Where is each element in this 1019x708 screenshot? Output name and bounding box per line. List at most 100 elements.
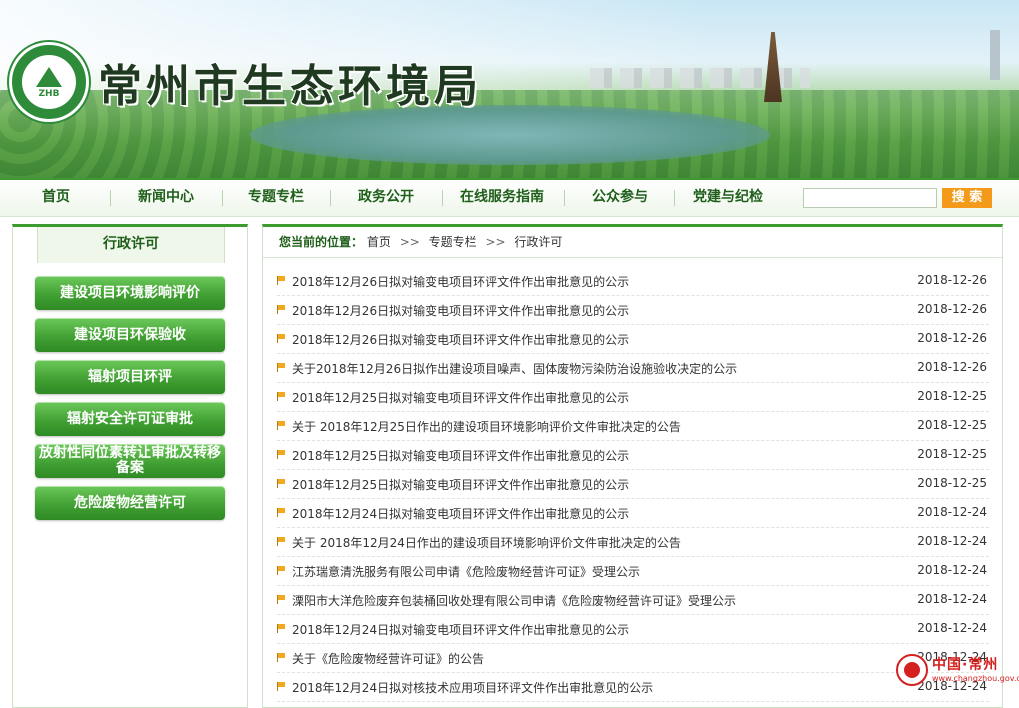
nav-divider	[674, 190, 675, 206]
sidebar: 行政许可 建设项目环境影响评价 建设项目环保验收 辐射项目环评 辐射安全许可证审…	[12, 224, 248, 708]
list-item-date: 2018-12-25	[917, 476, 987, 490]
breadcrumb-special[interactable]: 专题专栏	[429, 235, 477, 249]
nav-item-government[interactable]: 政务公开	[340, 180, 432, 216]
list-item-title[interactable]: 关于 2018年12月25日作出的建设项目环境影响评价文件审批决定的公告	[292, 418, 681, 435]
list-item[interactable]: 江苏瑞意清洗服务有限公司申请《危险废物经营许可证》受理公示 2018-12-24	[277, 557, 989, 586]
flag-icon	[277, 653, 286, 662]
search-input[interactable]	[803, 188, 937, 208]
sidebar-item-eia[interactable]: 建设项目环境影响评价	[35, 276, 225, 310]
seal-icon	[896, 654, 928, 686]
list-item-date: 2018-12-24	[917, 534, 987, 548]
list-item-title[interactable]: 2018年12月24日拟对输变电项目环评文件作出审批意见的公示	[292, 621, 629, 638]
flag-icon	[277, 421, 286, 430]
breadcrumb-home[interactable]: 首页	[367, 235, 391, 249]
flag-icon	[277, 566, 286, 575]
search-button[interactable]: 搜 索	[942, 188, 992, 208]
list-item-date: 2018-12-25	[917, 418, 987, 432]
list-item[interactable]: 2018年12月25日拟对输变电项目环评文件作出审批意见的公示 2018-12-2…	[277, 470, 989, 499]
main-content: 您当前的位置： 首页 >> 专题专栏 >> 行政许可 2018年12月26日拟对…	[262, 224, 1003, 708]
flag-icon	[277, 479, 286, 488]
breadcrumb-label: 您当前的位置：	[279, 235, 364, 249]
nav-divider	[564, 190, 565, 206]
site-logo[interactable]: ZHB	[9, 42, 89, 122]
list-item[interactable]: 2018年12月24日拟对输变电项目环评文件作出审批意见的公示 2018-12-2…	[277, 499, 989, 528]
watermark-url: www.changzhou.gov.cn	[932, 674, 1019, 683]
list-item-date: 2018-12-24	[917, 592, 987, 606]
list-item-title[interactable]: 关于 2018年12月24日作出的建设项目环境影响评价文件审批决定的公告	[292, 534, 681, 551]
list-item-title[interactable]: 江苏瑞意清洗服务有限公司申请《危险废物经营许可证》受理公示	[292, 563, 640, 580]
flag-icon	[277, 392, 286, 401]
list-item-title[interactable]: 2018年12月25日拟对输变电项目环评文件作出审批意见的公示	[292, 389, 629, 406]
breadcrumb-separator: >>	[399, 235, 420, 249]
site-title: 常州市生态环境局	[98, 61, 482, 112]
list-item-date: 2018-12-25	[917, 389, 987, 403]
flag-icon	[277, 508, 286, 517]
nav-item-news[interactable]: 新闻中心	[120, 180, 212, 216]
nav-divider	[110, 190, 111, 206]
logo-inner: ZHB	[22, 55, 76, 109]
flag-icon	[277, 450, 286, 459]
list-item-title[interactable]: 2018年12月26日拟对输变电项目环评文件作出审批意见的公示	[292, 302, 629, 319]
nav-item-special[interactable]: 专题专栏	[230, 180, 322, 216]
sidebar-item-isotope-transfer[interactable]: 放射性同位素转让审批及转移备案	[35, 444, 225, 478]
list-item[interactable]: 2018年12月26日拟对输变电项目环评文件作出审批意见的公示 2018-12-2…	[277, 296, 989, 325]
breadcrumb-current: 行政许可	[514, 235, 563, 249]
nav-item-participation[interactable]: 公众参与	[574, 180, 666, 216]
flag-icon	[277, 363, 286, 372]
list-item-title[interactable]: 关于《危险废物经营许可证》的公告	[292, 650, 484, 667]
list-item-date: 2018-12-26	[917, 302, 987, 316]
list-item-title[interactable]: 溧阳市大洋危险废弃包装桶回收处理有限公司申请《危险废物经营许可证》受理公示	[292, 592, 736, 609]
nav-item-party[interactable]: 党建与纪检	[682, 180, 774, 216]
nav-item-service-guide[interactable]: 在线服务指南	[450, 180, 554, 216]
header-banner: ZHB 常州市生态环境局	[0, 0, 1019, 178]
nav-divider	[442, 190, 443, 206]
list-item-title[interactable]: 2018年12月24日拟对输变电项目环评文件作出审批意见的公示	[292, 505, 629, 522]
list-item[interactable]: 2018年12月26日拟对输变电项目环评文件作出审批意见的公示 2018-12-2…	[277, 267, 989, 296]
list-item-title[interactable]: 关于2018年12月26日拟作出建设项目噪声、固体废物污染防治设施验收决定的公示	[292, 360, 737, 377]
flag-icon	[277, 624, 286, 633]
list-item-date: 2018-12-24	[917, 621, 987, 635]
flag-icon	[277, 682, 286, 691]
logo-text: ZHB	[38, 89, 60, 99]
list-item-date: 2018-12-25	[917, 447, 987, 461]
breadcrumb-separator: >>	[485, 235, 506, 249]
list-item-title[interactable]: 2018年12月25日拟对输变电项目环评文件作出审批意见的公示	[292, 476, 629, 493]
flag-icon	[277, 537, 286, 546]
list-item[interactable]: 关于2018年12月26日拟作出建设项目噪声、固体废物污染防治设施验收决定的公示…	[277, 354, 989, 383]
sidebar-item-radiation-license[interactable]: 辐射安全许可证审批	[35, 402, 225, 436]
list-item[interactable]: 2018年12月24日拟对核技术应用项目环评文件作出审批意见的公示 2018-12…	[277, 673, 989, 702]
flag-icon	[277, 305, 286, 314]
flag-icon	[277, 276, 286, 285]
flag-icon	[277, 595, 286, 604]
tower-image	[990, 30, 1000, 80]
list-item-title[interactable]: 2018年12月24日拟对核技术应用项目环评文件作出审批意见的公示	[292, 679, 653, 696]
list-item-title[interactable]: 2018年12月26日拟对输变电项目环评文件作出审批意见的公示	[292, 273, 629, 290]
list-item-title[interactable]: 2018年12月26日拟对输变电项目环评文件作出审批意见的公示	[292, 331, 629, 348]
sidebar-title: 行政许可	[37, 227, 225, 263]
sidebar-item-hazardous-waste[interactable]: 危险废物经营许可	[35, 486, 225, 520]
sidebar-item-radiation-eia[interactable]: 辐射项目环评	[35, 360, 225, 394]
list-item-date: 2018-12-26	[917, 331, 987, 345]
list-item[interactable]: 2018年12月26日拟对输变电项目环评文件作出审批意见的公示 2018-12-2…	[277, 325, 989, 354]
breadcrumb: 您当前的位置： 首页 >> 专题专栏 >> 行政许可	[279, 233, 562, 250]
main-nav: 首页 新闻中心 专题专栏 政务公开 在线服务指南 公众参与 党建与纪检 搜 索	[0, 178, 1019, 217]
list-item-date: 2018-12-26	[917, 273, 987, 287]
list-item-date: 2018-12-24	[917, 505, 987, 519]
list-item[interactable]: 2018年12月24日拟对输变电项目环评文件作出审批意见的公示 2018-12-2…	[277, 615, 989, 644]
list-item[interactable]: 2018年12月25日拟对输变电项目环评文件作出审批意见的公示 2018-12-2…	[277, 383, 989, 412]
list-item-title[interactable]: 2018年12月25日拟对输变电项目环评文件作出审批意见的公示	[292, 447, 629, 464]
nav-divider	[330, 190, 331, 206]
list-item[interactable]: 溧阳市大洋危险废弃包装桶回收处理有限公司申请《危险废物经营许可证》受理公示 201…	[277, 586, 989, 615]
flag-icon	[277, 334, 286, 343]
list-item[interactable]: 关于《危险废物经营许可证》的公告 2018-12-24	[277, 644, 989, 673]
list-item-date: 2018-12-24	[917, 563, 987, 577]
list-item[interactable]: 2018年12月25日拟对输变电项目环评文件作出审批意见的公示 2018-12-2…	[277, 441, 989, 470]
sidebar-item-acceptance[interactable]: 建设项目环保验收	[35, 318, 225, 352]
nav-item-home[interactable]: 首页	[20, 180, 92, 216]
list-item[interactable]: 关于 2018年12月24日作出的建设项目环境影响评价文件审批决定的公告 2018…	[277, 528, 989, 557]
watermark-text: 中国·常州	[932, 657, 999, 673]
mountain-icon	[36, 67, 62, 87]
list-item[interactable]: 关于 2018年12月25日作出的建设项目环境影响评价文件审批决定的公告 2018…	[277, 412, 989, 441]
list-item-date: 2018-12-26	[917, 360, 987, 374]
nav-divider	[222, 190, 223, 206]
